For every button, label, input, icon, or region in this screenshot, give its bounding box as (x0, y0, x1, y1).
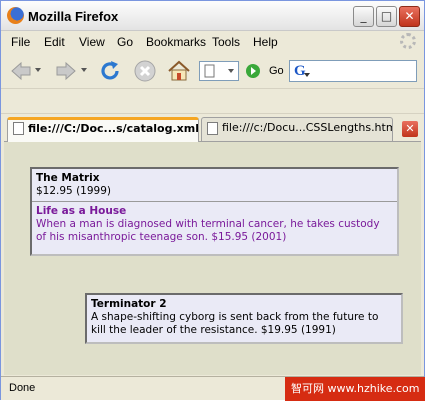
tab-label: file:///C:/Doc...s/catalog.xml (28, 122, 199, 135)
movie-details: A shape-shifting cyborg is sent back fro… (91, 311, 379, 336)
search-engine-dropdown-icon[interactable] (304, 73, 310, 77)
movie-details: $12.95 (1999) (36, 185, 111, 197)
url-dropdown-icon[interactable] (228, 69, 234, 73)
browser-window: Mozilla Firefox _ □ ✕ File Edit View Go … (0, 0, 425, 401)
movie-title: Terminator 2 (91, 298, 167, 310)
menu-bar: File Edit View Go Bookmarks Tools Help (1, 32, 424, 52)
status-text: Done (9, 382, 36, 394)
movie-item: The Matrix $12.95 (1999) (32, 169, 397, 201)
tab-label: file:///c:/Docu...CSSLengths.html (222, 121, 393, 134)
page-icon (207, 122, 218, 135)
tab-catalog-xml[interactable]: file:///C:/Doc...s/catalog.xml (7, 117, 199, 142)
activity-throbber-icon (400, 33, 416, 49)
back-icon[interactable] (9, 59, 33, 83)
catalog-block-1: The Matrix $12.95 (1999) Life as a House… (30, 167, 399, 256)
maximize-button[interactable]: □ (376, 6, 397, 27)
movie-item: Terminator 2 A shape-shifting cyborg is … (87, 295, 401, 340)
page-icon (13, 122, 24, 135)
movie-title: Life as a House (36, 205, 127, 217)
menu-go[interactable]: Go (117, 35, 133, 49)
minimize-button[interactable]: _ (353, 6, 374, 27)
page-icon (204, 64, 215, 78)
bookmarks-toolbar (1, 90, 424, 114)
search-box[interactable]: G (289, 60, 417, 82)
forward-history-dropdown-icon[interactable] (81, 68, 87, 72)
status-bar: Done 智可网 www.hzhike.com (1, 376, 425, 401)
movie-item: Life as a House When a man is diagnosed … (32, 202, 397, 247)
window-title: Mozilla Firefox (28, 9, 119, 24)
menu-bookmarks[interactable]: Bookmarks (146, 35, 206, 49)
navigation-toolbar: Go G (1, 53, 424, 89)
go-icon[interactable] (245, 63, 261, 79)
menu-help[interactable]: Help (253, 35, 278, 49)
back-history-dropdown-icon[interactable] (35, 68, 41, 72)
tab-csslengths-html[interactable]: file:///c:/Docu...CSSLengths.html (201, 117, 393, 141)
home-icon[interactable] (167, 59, 191, 83)
menu-edit[interactable]: Edit (44, 35, 65, 49)
google-search-engine-icon[interactable]: G (294, 63, 306, 80)
go-button-label[interactable]: Go (269, 65, 284, 77)
title-bar: Mozilla Firefox _ □ ✕ (1, 1, 424, 31)
close-tab-button[interactable]: ✕ (402, 121, 418, 137)
firefox-logo-icon (7, 7, 24, 24)
stop-icon[interactable] (133, 59, 157, 83)
forward-icon[interactable] (54, 59, 78, 83)
page-content: The Matrix $12.95 (1999) Life as a House… (4, 141, 421, 375)
watermark-logo: 智可网 www.hzhike.com (285, 377, 425, 401)
reload-icon[interactable] (98, 59, 122, 83)
movie-details: When a man is diagnosed with terminal ca… (36, 218, 380, 243)
menu-view[interactable]: View (79, 35, 105, 49)
url-bar[interactable] (199, 61, 239, 81)
menu-file[interactable]: File (11, 35, 30, 49)
catalog-block-2: Terminator 2 A shape-shifting cyborg is … (85, 293, 403, 344)
watermark-text: 智可网 www.hzhike.com (291, 382, 420, 395)
movie-title: The Matrix (36, 172, 100, 184)
close-button[interactable]: ✕ (399, 6, 420, 27)
menu-tools[interactable]: Tools (212, 35, 240, 49)
tab-strip: file:///C:/Doc...s/catalog.xml file:///c… (1, 115, 424, 142)
